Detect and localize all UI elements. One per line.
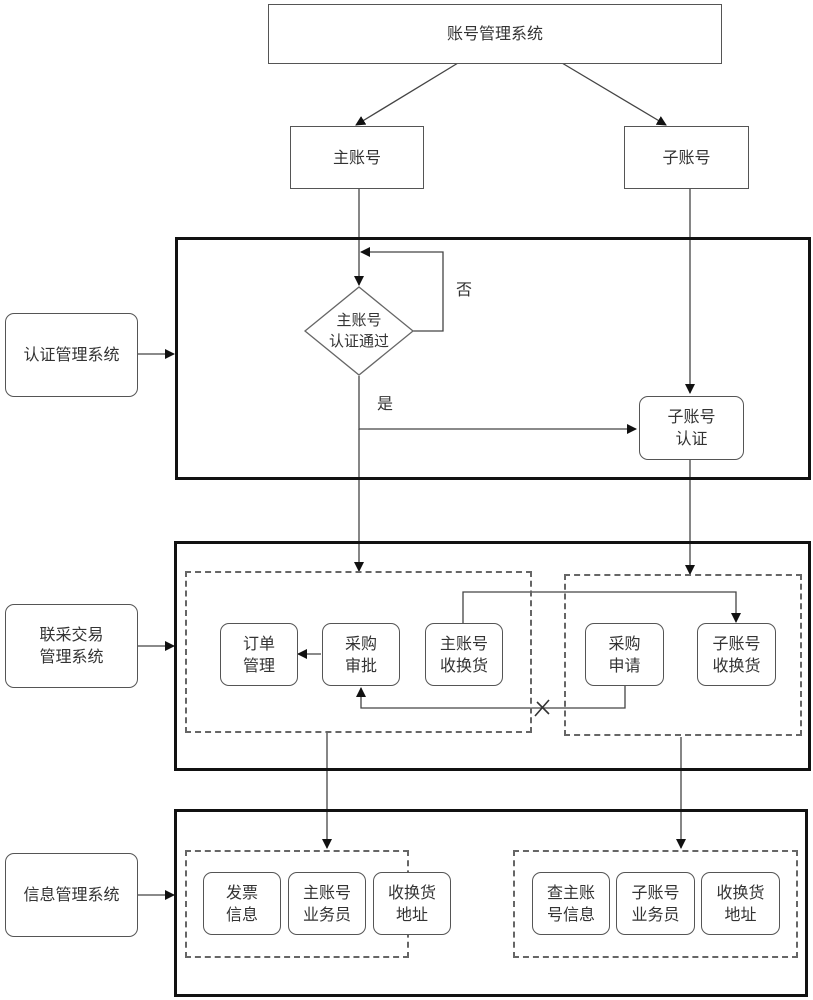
- order-line2: 管理: [242, 655, 275, 675]
- main-account-node: 主账号: [290, 126, 424, 189]
- sub-auth-line2: 认证: [675, 429, 708, 448]
- arrow-title-to-main: [355, 62, 459, 126]
- invoice-info-node: 发票 信息: [203, 872, 281, 935]
- decision-text-line1: 主账号: [336, 311, 382, 329]
- invoice-line1: 发票: [225, 882, 258, 902]
- sub-address-line1: 收换货: [716, 882, 765, 902]
- sub-account-node: 子账号: [624, 126, 749, 189]
- trade-system-text-line2: 管理系统: [39, 647, 104, 666]
- query-main-info-node: 查主账 号信息: [532, 872, 610, 935]
- sub-staff-line1: 子账号: [631, 882, 680, 902]
- order-line1: 订单: [242, 633, 275, 653]
- main-staff-line2: 业务员: [302, 904, 351, 924]
- trade-system-label: 联采交易 管理系统: [5, 604, 138, 688]
- auth-system-label: 认证管理系统: [5, 313, 138, 397]
- main-staff-line1: 主账号: [302, 882, 351, 902]
- yes-label: 是: [377, 394, 394, 413]
- decision-node: 主账号 认证通过: [309, 310, 409, 352]
- main-account-staff-node: 主账号 业务员: [288, 872, 366, 935]
- sub-receive-line2: 收换货: [712, 655, 761, 675]
- main-address-line2: 地址: [395, 904, 428, 924]
- main-account-label: 主账号: [332, 147, 381, 167]
- approve-line1: 采购: [344, 633, 377, 653]
- account-management-system: 账号管理系统: [268, 4, 722, 64]
- main-address-line1: 收换货: [387, 882, 436, 902]
- decision-text-line2: 认证通过: [328, 332, 389, 350]
- sub-address-line2: 地址: [724, 904, 757, 924]
- sub-account-receive-node: 子账号 收换货: [697, 623, 776, 686]
- order-management-node: 订单 管理: [220, 623, 298, 686]
- sub-account-staff-node: 子账号 业务员: [616, 872, 695, 935]
- auth-system-text: 认证管理系统: [23, 345, 120, 364]
- arrow-title-to-sub: [561, 62, 667, 126]
- query-main-line2: 号信息: [546, 904, 595, 924]
- main-receive-line2: 收换货: [439, 655, 488, 675]
- sub-auth-node: 子账号 认证: [639, 396, 744, 460]
- apply-line2: 申请: [608, 655, 641, 675]
- sub-receive-line1: 子账号: [712, 633, 761, 653]
- info-system-text: 信息管理系统: [23, 885, 120, 904]
- purchase-approval-node: 采购 审批: [322, 623, 400, 686]
- approve-line2: 审批: [344, 655, 377, 675]
- query-main-line1: 查主账: [546, 882, 595, 902]
- main-receive-line1: 主账号: [439, 633, 488, 653]
- sub-staff-line2: 业务员: [631, 904, 680, 924]
- sub-auth-line1: 子账号: [667, 407, 716, 426]
- main-address-node: 收换货 地址: [373, 872, 451, 935]
- info-system-label: 信息管理系统: [5, 853, 138, 937]
- no-label: 否: [456, 280, 473, 299]
- invoice-line2: 信息: [225, 904, 258, 924]
- sub-address-node: 收换货 地址: [701, 872, 780, 935]
- title-label: 账号管理系统: [446, 24, 543, 43]
- main-account-receive-node: 主账号 收换货: [425, 623, 503, 686]
- trade-system-text-line1: 联采交易: [39, 625, 104, 644]
- apply-line1: 采购: [608, 633, 641, 653]
- sub-account-label: 子账号: [662, 147, 711, 167]
- purchase-apply-node: 采购 申请: [585, 623, 664, 686]
